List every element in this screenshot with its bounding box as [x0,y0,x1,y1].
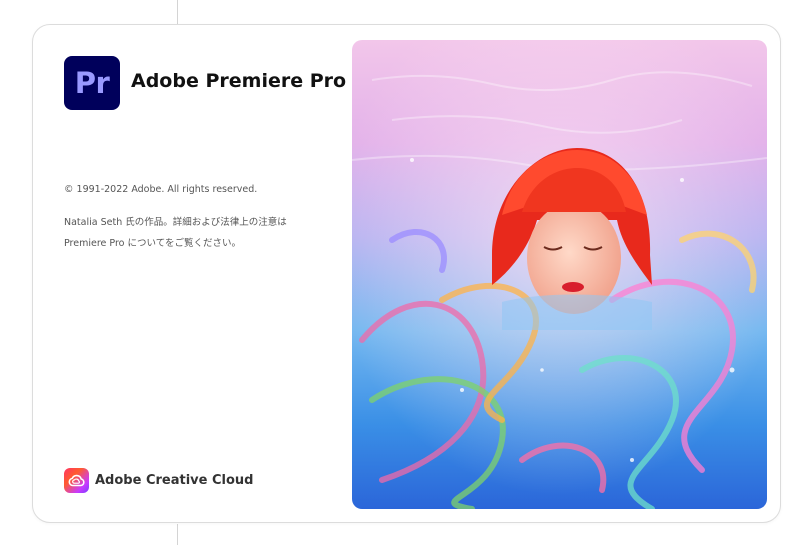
background-divider-bottom [177,524,178,545]
artwork-credit-line-2: Premiere Pro についてをご覧ください。 [64,238,242,249]
artwork-credit-line-1: Natalia Seth 氏の作品。詳細および法律上の注意は [64,217,287,228]
copyright-text: © 1991-2022 Adobe. All rights reserved. [64,184,258,195]
splash-artwork [352,40,767,509]
premiere-pro-icon: Pr [64,56,120,110]
app-icon-label: Pr [74,66,110,100]
app-name: Adobe Premiere Pro [131,70,347,92]
background-divider-top [177,0,178,24]
splash-screen: Pr Adobe Premiere Pro © 1991-2022 Adobe.… [32,24,781,523]
creative-cloud-label: Adobe Creative Cloud [95,473,254,488]
creative-cloud-icon [64,468,89,493]
